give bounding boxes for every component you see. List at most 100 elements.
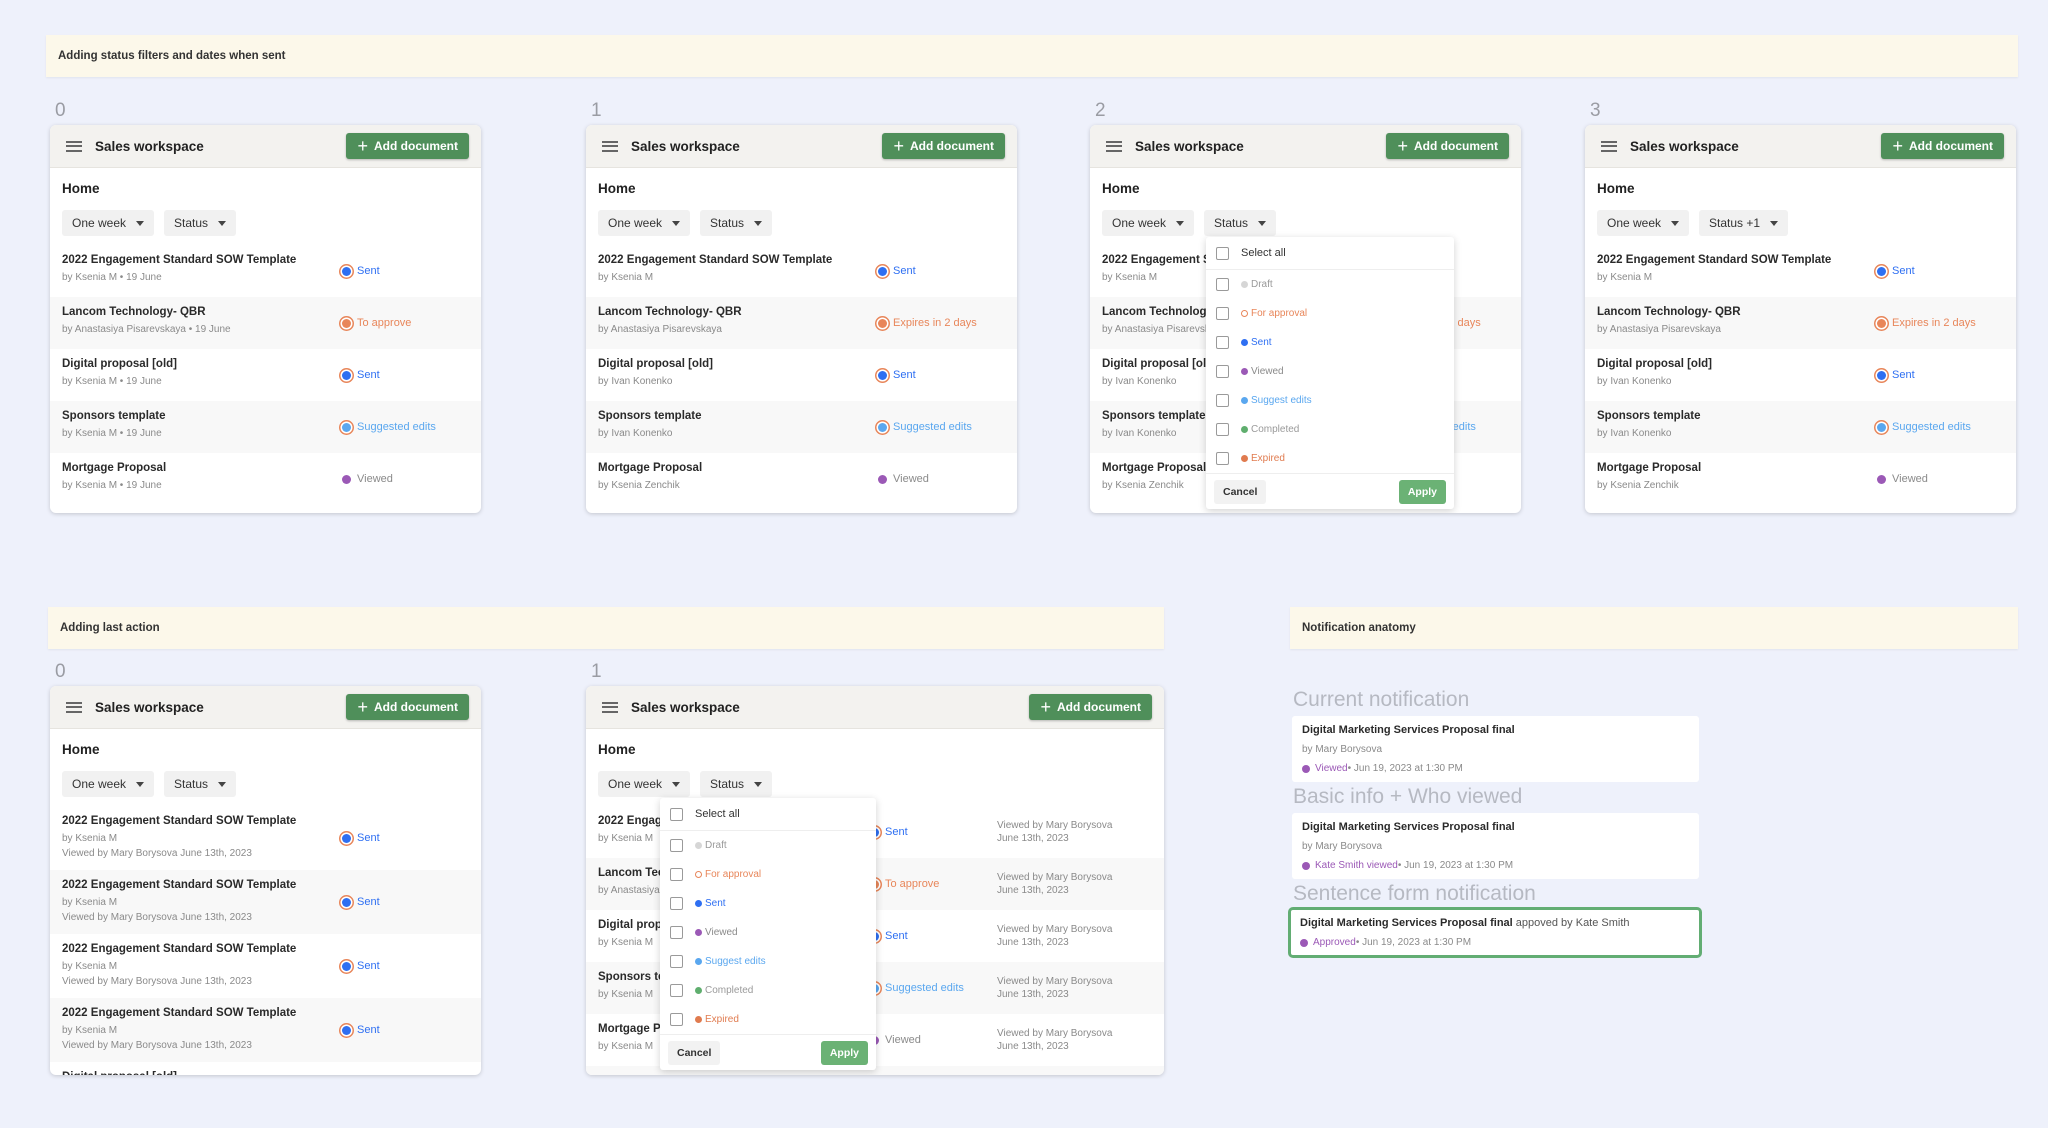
hamburger-menu-icon[interactable]: [1106, 140, 1122, 152]
document-row[interactable]: Sponsors template by Ivan Konenko Sugges…: [586, 401, 1017, 453]
date-filter[interactable]: One week: [598, 771, 691, 797]
status-dot-icon: [695, 871, 702, 878]
checkbox[interactable]: [1216, 307, 1229, 320]
document-row[interactable]: Digital proposal [old] by Ksenia M • 19 …: [50, 349, 481, 401]
status-dot-icon: [1241, 455, 1248, 462]
date-filter[interactable]: One week: [598, 210, 691, 236]
document-row[interactable]: 2022 Engagement Standard SOW Template by…: [50, 245, 481, 297]
status-filter[interactable]: Status: [164, 210, 237, 236]
document-row[interactable]: Digital proposal [old]: [50, 1062, 481, 1075]
checkbox[interactable]: [670, 1013, 683, 1026]
select-all-option[interactable]: Select all: [1206, 237, 1454, 270]
hamburger-menu-icon[interactable]: [602, 140, 618, 152]
add-document-button[interactable]: + Add document: [882, 133, 1005, 159]
checkbox[interactable]: [1216, 365, 1229, 378]
checkbox[interactable]: [670, 955, 683, 968]
status-option-viewed[interactable]: Viewed: [660, 918, 876, 947]
caret-down-icon: [1176, 220, 1185, 226]
document-row[interactable]: 2022 Engagement Standard SOW Template by…: [50, 934, 481, 998]
frame-index: 2: [1095, 100, 1106, 121]
status-option-expired[interactable]: Expired: [1206, 444, 1454, 473]
checkbox[interactable]: [670, 839, 683, 852]
status-option-sent[interactable]: Sent: [1206, 328, 1454, 357]
status-dot-icon: [695, 987, 702, 994]
status-option-completed[interactable]: Completed: [660, 976, 876, 1005]
document-row[interactable]: 2022 Engagement Standard SOW Template by…: [50, 806, 481, 870]
checkbox[interactable]: [1216, 278, 1229, 291]
add-document-button[interactable]: + Add document: [1881, 133, 2004, 159]
status-option-forapproval[interactable]: For approval: [1206, 299, 1454, 328]
status-filter[interactable]: Status: [164, 771, 237, 797]
plus-icon: +: [1040, 697, 1051, 717]
caret-down-icon: [672, 781, 681, 787]
status-badge: Sent: [342, 369, 380, 381]
document-row[interactable]: Lancom Technology- QBR by Anastasiya Pis…: [50, 297, 481, 349]
document-row[interactable]: 2022 Engagement Standard SOW Template by…: [586, 245, 1017, 297]
checkbox[interactable]: [670, 868, 683, 881]
document-row[interactable]: Lancom Technology- QBR by Anastasiya Pis…: [1585, 297, 2016, 349]
status-option-completed[interactable]: Completed: [1206, 415, 1454, 444]
date-filter[interactable]: One week: [62, 771, 155, 797]
add-document-button[interactable]: + Add document: [346, 133, 469, 159]
status-filter[interactable]: Status: [700, 771, 773, 797]
notification-card[interactable]: Digital Marketing Services Proposal fina…: [1292, 813, 1699, 879]
notification-card[interactable]: Digital Marketing Services Proposal fina…: [1292, 716, 1699, 782]
document-row[interactable]: 2022 Engagement Standard SOW Template by…: [50, 998, 481, 1062]
hamburger-menu-icon[interactable]: [1601, 140, 1617, 152]
add-document-button[interactable]: + Add document: [346, 694, 469, 720]
status-option-viewed[interactable]: Viewed: [1206, 357, 1454, 386]
add-document-button[interactable]: + Add document: [1029, 694, 1152, 720]
checkbox[interactable]: [670, 807, 683, 821]
document-row[interactable]: 2022 Engagement Standard SOW Template by…: [50, 870, 481, 934]
status-option-expired[interactable]: Expired: [660, 1005, 876, 1034]
date-filter[interactable]: One week: [1102, 210, 1195, 236]
status-badge: To approve: [342, 317, 411, 329]
document-row[interactable]: Sponsors template by Ivan Konenko Sugges…: [1585, 401, 2016, 453]
checkbox[interactable]: [1216, 246, 1229, 260]
date-filter[interactable]: One week: [1597, 210, 1690, 236]
cancel-button[interactable]: Cancel: [668, 1040, 721, 1065]
status-dot-icon: [1300, 938, 1308, 947]
checkbox[interactable]: [670, 926, 683, 939]
status-dot-icon: [1241, 426, 1248, 433]
hamburger-menu-icon[interactable]: [602, 701, 618, 713]
select-all-option[interactable]: Select all: [660, 798, 876, 831]
caret-down-icon: [136, 781, 145, 787]
document-row[interactable]: Digital proposal [old] by Ivan Konenko S…: [1585, 349, 2016, 401]
apply-button[interactable]: Apply: [820, 1040, 868, 1065]
status-dot-icon: [1877, 266, 1886, 276]
status-badge: Viewed: [1877, 473, 1928, 485]
date-filter[interactable]: One week: [62, 210, 155, 236]
section-banner: Notification anatomy: [1290, 607, 2018, 649]
document-row[interactable]: Digital proposal [old] by Ivan Konenko S…: [586, 349, 1017, 401]
checkbox[interactable]: [1216, 336, 1229, 349]
document-row[interactable]: Mortgage Proposal by Ksenia Zenchik View…: [586, 453, 1017, 505]
status-badge: Sent: [878, 265, 916, 277]
document-row[interactable]: Sponsors template by Ksenia M • 19 June …: [50, 401, 481, 453]
checkbox[interactable]: [670, 984, 683, 997]
status-option-draft[interactable]: Draft: [1206, 270, 1454, 299]
apply-button[interactable]: Apply: [1398, 479, 1446, 504]
last-action: Viewed by Mary Borysova June 13th, 2023: [997, 1028, 1113, 1052]
document-row[interactable]: Lancom Technology- QBR by Anastasiya Pis…: [586, 297, 1017, 349]
checkbox[interactable]: [670, 897, 683, 910]
status-option-draft[interactable]: Draft: [660, 831, 876, 860]
checkbox[interactable]: [1216, 423, 1229, 436]
status-option-suggest[interactable]: Suggest edits: [1206, 386, 1454, 415]
hamburger-menu-icon[interactable]: [66, 140, 82, 152]
checkbox[interactable]: [1216, 452, 1229, 465]
status-filter[interactable]: Status: [700, 210, 773, 236]
document-row[interactable]: 2022 Engagement Standard SOW Template by…: [1585, 245, 2016, 297]
cancel-button[interactable]: Cancel: [1214, 479, 1267, 504]
status-option-forapproval[interactable]: For approval: [660, 860, 876, 889]
status-option-suggest[interactable]: Suggest edits: [660, 947, 876, 976]
notification-card[interactable]: Digital Marketing Services Proposal fina…: [1288, 907, 1702, 958]
status-option-sent[interactable]: Sent: [660, 889, 876, 918]
document-row[interactable]: Mortgage Proposal by Ksenia Zenchik View…: [1585, 453, 2016, 505]
status-filter[interactable]: Status: [1204, 210, 1277, 236]
document-row[interactable]: Mortgage Proposal by Ksenia M • 19 June …: [50, 453, 481, 505]
checkbox[interactable]: [1216, 394, 1229, 407]
status-filter[interactable]: Status +1: [1699, 210, 1789, 236]
hamburger-menu-icon[interactable]: [66, 701, 82, 713]
add-document-button[interactable]: + Add document: [1386, 133, 1509, 159]
